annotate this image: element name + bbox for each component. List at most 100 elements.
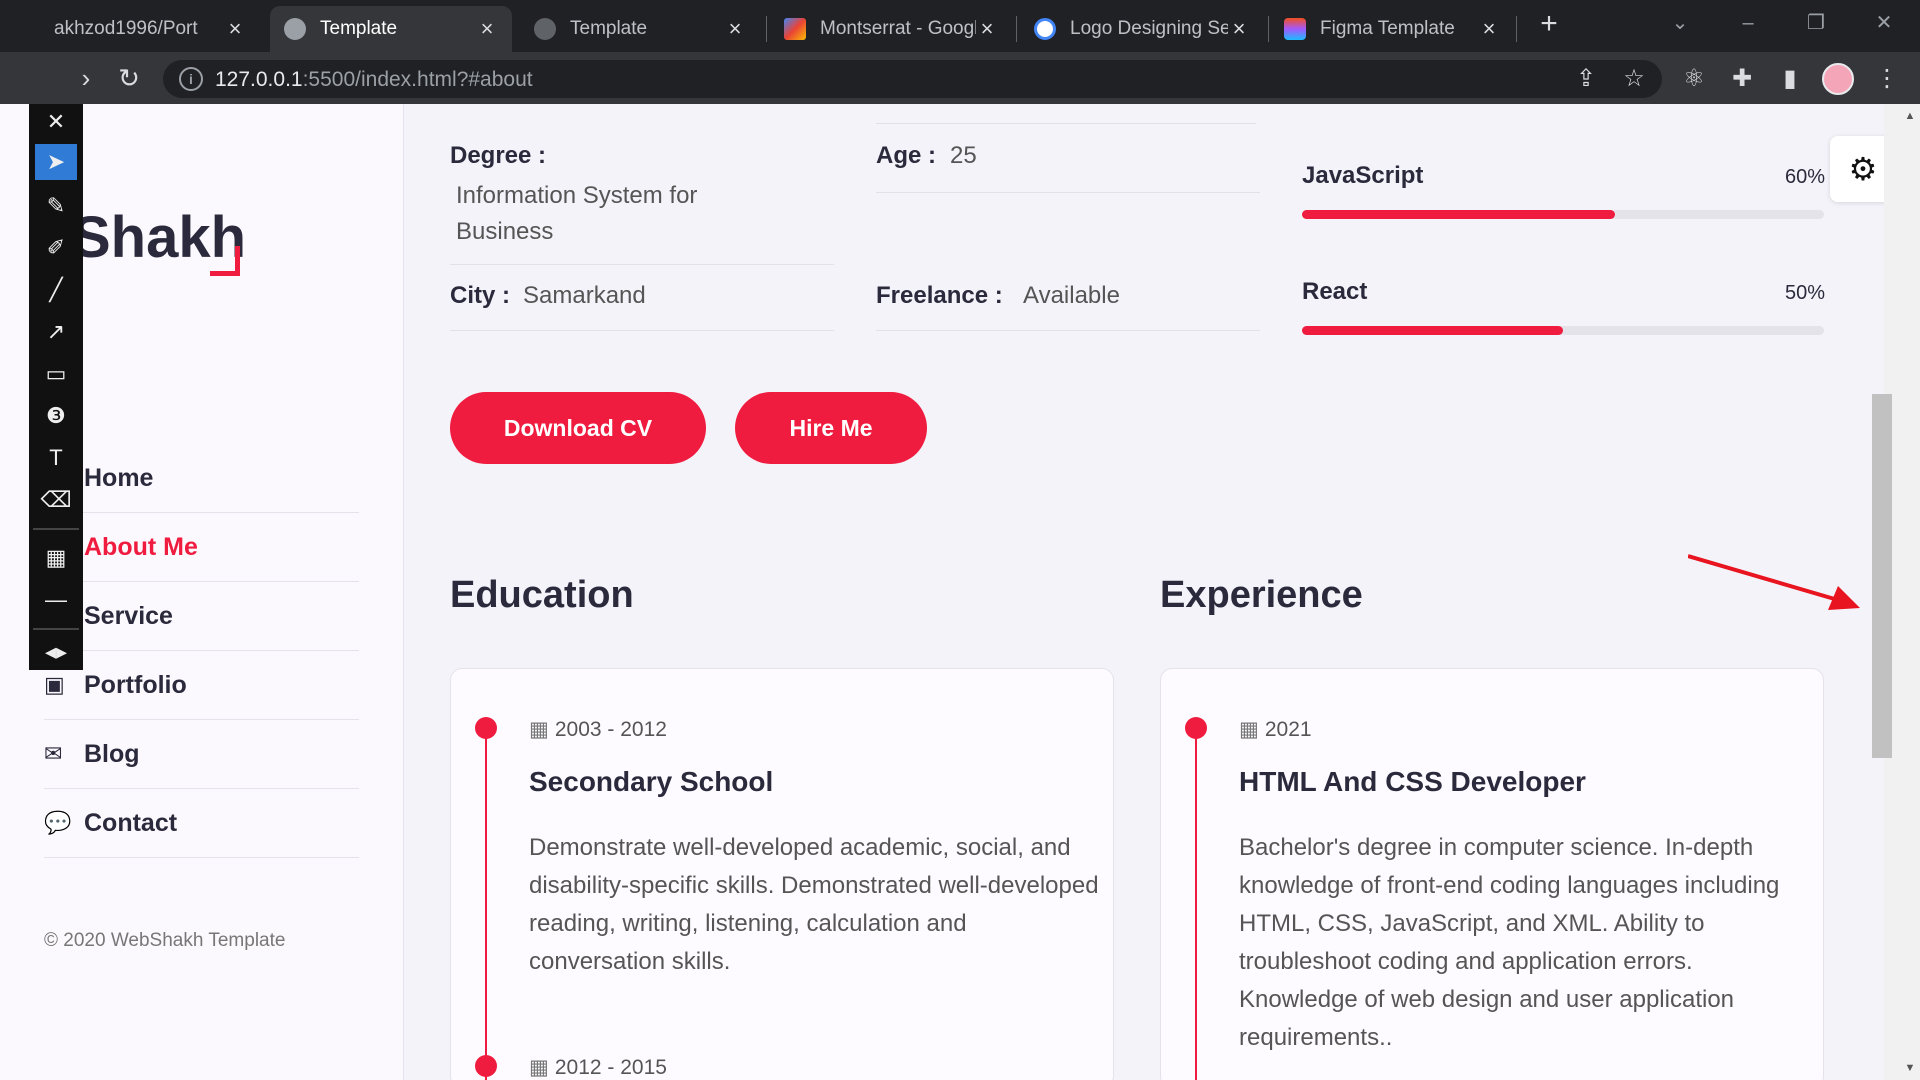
timeline-title: HTML And CSS Developer [1239,766,1586,797]
rectangle-tool-icon[interactable]: ▭ [35,356,77,392]
timeline-date: ▦ 2003 - 2012 [529,717,667,742]
new-tab-icon[interactable]: + [1534,9,1564,40]
divider [450,264,834,265]
marker-tool-icon[interactable]: ✐ [35,230,77,266]
skill-name-javascript: JavaScript [1302,162,1424,189]
close-icon[interactable]: × [1228,16,1250,42]
react-devtools-icon[interactable]: ⚛ [1679,64,1709,94]
tab-title: akhzod1996/Port [54,18,198,39]
url-path: :5500/index.html?#about [302,68,533,91]
tab-separator [1516,16,1517,42]
close-icon[interactable]: × [476,16,498,42]
experience-card: ▦ 2021 HTML And CSS Developer Bachelor's … [1160,668,1824,1080]
number-stamp-tool-icon[interactable]: ❸ [35,398,77,434]
age-value: 25 [950,142,977,169]
freelance-value: Available [1023,282,1120,309]
timeline-description: Bachelor's degree in computer science. I… [1239,834,1780,1051]
freelance-label: Freelance : [876,282,1003,309]
calendar-icon: ▦ [1239,718,1259,741]
skill-bar-react [1302,326,1824,335]
timeline-dot [475,717,497,739]
text-tool-icon[interactable]: T [35,440,77,476]
briefcase-icon: ▣ [44,672,65,697]
arrow-tool-icon[interactable]: ↗ [35,314,77,350]
stroke-width-icon[interactable]: — [35,582,77,618]
share-icon[interactable]: ⇪ [1571,64,1601,94]
date-text: 2012 - 2015 [554,1056,667,1079]
tab-separator [1268,16,1269,42]
nav-item-home[interactable]: ⌂ Home [44,444,359,513]
eraser-tool-icon[interactable]: ⌫ [35,482,77,518]
bookmark-star-icon[interactable]: ☆ [1619,64,1649,94]
timeline-title: Secondary School [529,766,774,797]
color-picker-icon[interactable]: ▦ [35,540,77,576]
tab-github[interactable]: akhzod1996/Port × [40,6,260,52]
nav-item-service[interactable]: ☰ Service [44,582,359,651]
forward-icon[interactable]: › [70,62,102,94]
date-text: 2021 [1264,718,1312,741]
restore-icon[interactable]: ❐ [1796,8,1836,38]
city-label: City : [450,282,510,309]
profile-avatar[interactable] [1822,63,1854,95]
nav-label: Portfolio [84,670,187,699]
degree-label: Degree : [450,142,547,169]
timeline-dot [1185,717,1207,739]
tab-montserrat[interactable]: Montserrat - Googl × [770,6,1012,52]
scroll-down-icon[interactable]: ▼ [1903,1062,1917,1074]
tab-template-active[interactable]: Template × [270,6,512,52]
minimize-icon[interactable]: – [1728,8,1768,38]
education-title: Education [450,574,634,616]
nav-label: Home [84,463,154,492]
close-icon[interactable]: × [724,16,746,42]
extensions-icon[interactable]: ✚ [1727,64,1757,94]
side-panel-icon[interactable]: ▮ [1775,64,1805,94]
tab-title: Template [320,18,398,39]
tab-search-icon[interactable]: ⌄ [1660,8,1700,38]
page-viewport: Shakh ⌂ Home 👤 About Me ☰ Service ▣ Port… [0,104,1920,1080]
expand-toolbox-icon[interactable]: ◂▸ [35,634,77,670]
tab-template[interactable]: Template × [520,6,760,52]
scroll-up-icon[interactable]: ▲ [1903,110,1917,122]
skill-bar-fill [1302,326,1563,335]
google-icon [1034,18,1056,40]
toolbox-close-icon[interactable]: ✕ [35,104,77,140]
nav-item-blog[interactable]: ✉ Blog [44,720,359,789]
tab-separator [766,16,767,42]
tab-logo-designing[interactable]: Logo Designing Ser × [1020,6,1264,52]
reload-icon[interactable]: ↻ [113,62,145,94]
divider [450,330,834,331]
close-icon[interactable]: × [976,16,998,42]
pointer-tool-icon[interactable]: ➤ [35,144,77,180]
menu-icon[interactable]: ⋮ [1872,64,1902,94]
degree-value: Information System for Business [456,182,698,245]
calendar-icon: ▦ [529,1056,549,1079]
google-fonts-icon [784,18,806,40]
timeline-date: ▦ 2012 - 2015 [529,1055,667,1080]
toolbox-divider [33,628,79,630]
timeline-line [1195,727,1197,1080]
url-text: 127.0.0.1:5500/index.html?#about [215,68,533,92]
city-value: Samarkand [523,282,646,309]
pencil-tool-icon[interactable]: ✎ [35,188,77,224]
annotation-arrow [1688,554,1860,610]
address-bar[interactable]: i 127.0.0.1:5500/index.html?#about ⇪ ☆ [163,60,1662,98]
skill-bar-fill [1302,210,1616,219]
line-tool-icon[interactable]: ╱ [35,272,77,308]
timeline-description: Demonstrate well-developed academic, soc… [529,834,1099,975]
timeline-date: ▦ 2021 [1239,717,1312,742]
experience-title: Experience [1160,574,1363,616]
tab-figma[interactable]: Figma Template × [1270,6,1514,52]
scrollbar-thumb[interactable] [1872,394,1892,758]
window-close-icon[interactable]: ✕ [1864,8,1904,38]
hire-me-button[interactable]: Hire Me [735,392,927,464]
info-icon[interactable]: i [179,67,203,91]
nav-item-portfolio[interactable]: ▣ Portfolio [44,651,359,720]
skill-percent-javascript: 60% [1785,166,1826,188]
close-icon[interactable]: × [224,16,246,42]
about-section: Degree : Information System for Business… [404,104,1884,1080]
nav-item-contact[interactable]: 💬 Contact [44,789,359,858]
close-icon[interactable]: × [1478,16,1500,42]
nav-item-about[interactable]: 👤 About Me [44,513,359,582]
download-cv-button[interactable]: Download CV [450,392,706,464]
divider [876,330,1260,331]
